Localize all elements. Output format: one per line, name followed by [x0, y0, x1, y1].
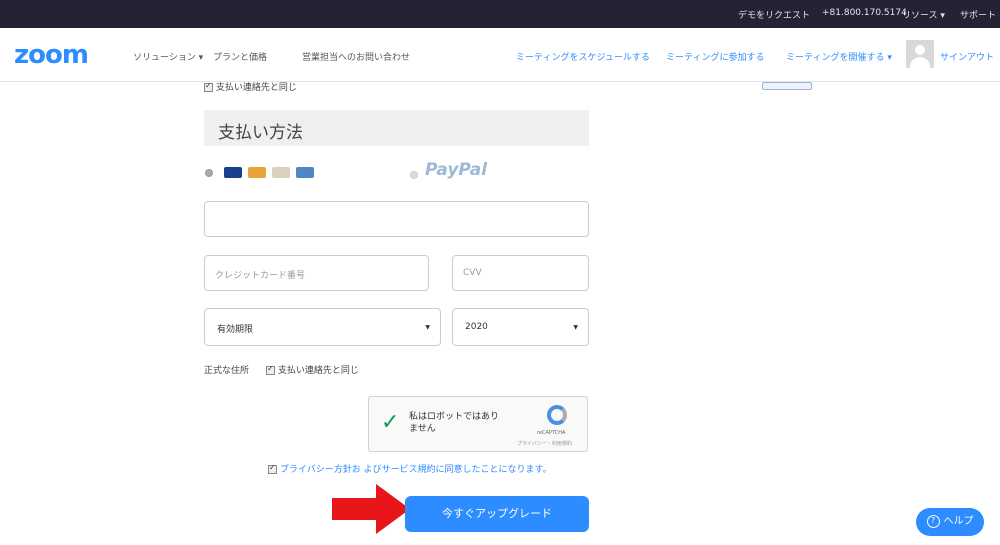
help-button[interactable]: ? ヘルプ [916, 508, 984, 536]
small-badge [762, 82, 812, 90]
nav-join-meeting[interactable]: ミーティングに参加する [666, 50, 764, 63]
phone-number: +81.800.170.5174 [822, 8, 907, 18]
resources-menu[interactable]: リソース ▾ [902, 8, 945, 21]
same-as-billing-top-label: 支払い連絡先と同じ [215, 83, 297, 93]
demo-request-link[interactable]: デモをリクエスト [738, 8, 810, 21]
avatar[interactable] [906, 40, 934, 68]
nav-plans-pricing[interactable]: プランと価格 [213, 50, 267, 63]
main-nav: zoom ソリューション ▾ プランと価格 営業担当へのお問い合わせ ミーティン… [0, 28, 1000, 82]
same-as-billing-top-row[interactable]: 支払い連絡先と同じ [204, 80, 297, 93]
checkbox[interactable] [204, 81, 213, 92]
chevron-down-icon: ▼ [425, 324, 430, 331]
nav-schedule-meeting[interactable]: ミーティングをスケジュールする [516, 50, 650, 63]
jcb-card-icon [272, 167, 290, 178]
privacy-agreement-row[interactable]: プライバシー方針お よびサービス規約に同意したことになります。 [268, 462, 552, 475]
expiry-month-select[interactable]: 有効期限 ▼ [204, 308, 441, 346]
cvv-input[interactable]: CVV [452, 255, 589, 291]
legal-address-label: 正式な住所 [204, 366, 250, 376]
recaptcha-logo-icon [547, 405, 567, 425]
question-icon: ? [926, 514, 940, 528]
payment-method-title: 支払い方法 [218, 123, 303, 143]
expiry-year-select[interactable]: 2020 ▼ [452, 308, 589, 346]
card-number-placeholder: クレジットカード番号 [215, 271, 306, 281]
nav-sign-out[interactable]: サインアウト [940, 50, 994, 63]
expiry-year-value: 2020 [465, 322, 488, 332]
help-label: ヘルプ [943, 516, 974, 527]
chevron-down-icon: ▼ [573, 324, 578, 331]
recaptcha-brand: reCAPTCHA [537, 430, 566, 436]
checkbox[interactable] [266, 364, 275, 375]
visa-card-icon [224, 167, 242, 178]
payment-method-header: 支払い方法 [204, 110, 589, 146]
zoom-logo[interactable]: zoom [14, 40, 89, 70]
cardholder-name-input[interactable] [204, 201, 589, 237]
nav-contact-sales[interactable]: 営業担当へのお問い合わせ [302, 50, 410, 63]
same-as-billing-label: 支払い連絡先と同じ [277, 366, 359, 376]
support-link[interactable]: サポート [960, 8, 996, 21]
card-number-input[interactable]: クレジットカード番号 [204, 255, 429, 291]
nav-host-meeting[interactable]: ミーティングを開催する ▾ [786, 50, 892, 63]
red-arrow-icon [332, 484, 410, 534]
mastercard-icon [248, 167, 266, 178]
checkmark-icon[interactable]: ✓ [381, 410, 399, 435]
privacy-agreement-text[interactable]: プライバシー方針お よびサービス規約に同意したことになります。 [280, 465, 552, 475]
credit-card-radio[interactable] [205, 169, 213, 177]
paypal-radio[interactable] [410, 171, 418, 179]
same-as-billing-row[interactable]: 支払い連絡先と同じ [266, 363, 359, 376]
recaptcha-widget[interactable]: ✓ 私はロボットではあり ません reCAPTCHA プライバシー・利用規約 [368, 396, 588, 452]
expiry-month-value: 有効期限 [217, 325, 254, 335]
paypal-logo[interactable]: PayPal [425, 160, 487, 180]
upgrade-now-button[interactable]: 今すぐアップグレード [405, 496, 589, 532]
recaptcha-text: 私はロボットではあり ません [409, 412, 500, 434]
cvv-placeholder: CVV [463, 268, 482, 278]
nav-solutions[interactable]: ソリューション ▾ [133, 50, 203, 63]
amex-card-icon [296, 167, 314, 178]
checkbox[interactable] [268, 463, 277, 474]
top-utility-bar: デモをリクエスト +81.800.170.5174 リソース ▾ サポート [0, 0, 1000, 28]
recaptcha-terms[interactable]: プライバシー・利用規約 [517, 440, 572, 447]
